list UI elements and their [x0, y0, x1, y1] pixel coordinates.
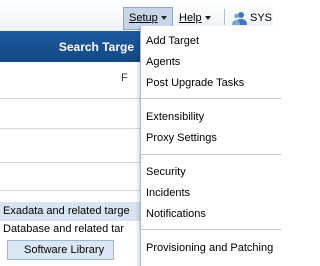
- menu-divider: [141, 98, 281, 99]
- menu-divider: [141, 154, 281, 155]
- content-divider: [0, 162, 140, 163]
- menubar-divider: [224, 9, 225, 25]
- software-library-label: Software Library: [24, 244, 105, 256]
- exadata-row[interactable]: Exadata and related targe: [0, 202, 143, 221]
- search-target-label[interactable]: Search Targe: [59, 40, 134, 54]
- background-fragment: F: [121, 72, 128, 84]
- database-row[interactable]: Database and related tar: [3, 223, 124, 235]
- menu-item-post-upgrade-tasks[interactable]: Post Upgrade Tasks: [146, 77, 244, 89]
- user-menu-button[interactable]: SYS: [232, 10, 272, 26]
- menu-item-extensibility[interactable]: Extensibility: [146, 111, 204, 123]
- help-menu-label: Help: [179, 12, 202, 24]
- setup-menu-label: Setup: [129, 12, 158, 24]
- menu-item-proxy-settings[interactable]: Proxy Settings: [146, 132, 217, 144]
- menu-item-provisioning-and-patching[interactable]: Provisioning and Patching: [146, 242, 273, 254]
- user-icon: [232, 12, 247, 26]
- content-divider: [0, 128, 140, 129]
- menu-item-security[interactable]: Security: [146, 166, 186, 178]
- user-name-label: SYS: [250, 12, 273, 24]
- menu-item-add-target[interactable]: Add Target: [146, 35, 199, 47]
- chevron-down-icon: [160, 16, 167, 21]
- menu-item-agents[interactable]: Agents: [146, 56, 180, 68]
- software-library-item[interactable]: Software Library: [7, 240, 114, 260]
- help-menu-button[interactable]: Help: [179, 10, 211, 26]
- content-divider: [0, 190, 140, 191]
- chevron-down-icon: [204, 16, 211, 21]
- menu-item-notifications[interactable]: Notifications: [146, 208, 206, 220]
- menu-divider: [141, 229, 281, 230]
- setup-dropdown-menu: Add Target Agents Post Upgrade Tasks Ext…: [140, 26, 281, 266]
- menu-item-incidents[interactable]: Incidents: [146, 187, 190, 199]
- content-divider: [0, 98, 140, 99]
